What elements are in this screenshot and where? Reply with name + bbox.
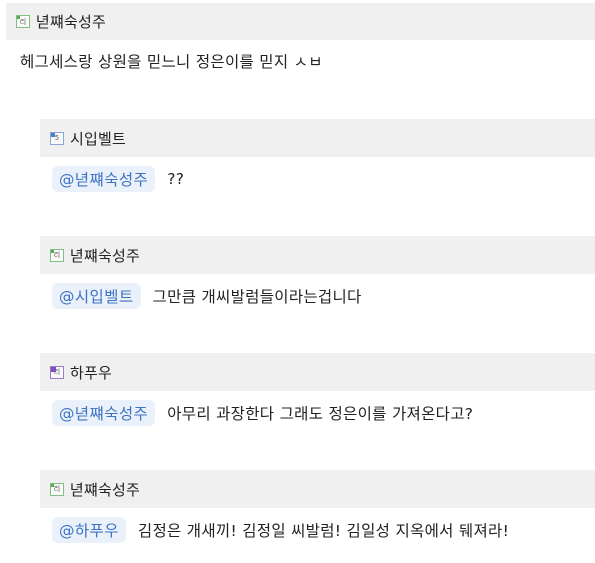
reply-body: @하푸우 김정은 개새끼! 김정일 씨발럼! 김일성 지옥에서 뒈져라! (52, 516, 595, 544)
reply-author[interactable]: 녇쨰숙성주 (70, 479, 140, 500)
mention-tag[interactable]: @녇쨰숙성주 (52, 400, 156, 426)
level-badge-icon: 리 (50, 248, 64, 262)
reply-author[interactable]: 하푸우 (70, 362, 112, 383)
level-badge-icon: 5 (50, 131, 64, 145)
reply-text: ?? (167, 170, 185, 188)
post-body: 헤그세스랑 상원을 믿느니 정은이를 믿지 ㅅㅂ (20, 53, 323, 71)
mention-tag[interactable]: @하푸우 (52, 517, 126, 543)
mention-tag[interactable]: @녇쨰숙성주 (52, 166, 156, 192)
reply-author[interactable]: 시입벨트 (70, 128, 126, 149)
reply-text: 그만큼 개씨발럼들이라는겁니다 (152, 288, 362, 306)
reply-body: @녇쨰숙성주 ?? (52, 165, 595, 193)
level-badge-icon: 리 (50, 365, 64, 379)
reply-item: 리 하푸우 @녇쨰숙성주 아무리 과장한다 그래도 정은이를 가져온다고? (40, 353, 595, 427)
level-badge-icon: 리 (50, 482, 64, 496)
post-header: 리 녇쨰숙성주 (6, 3, 595, 40)
reply-author[interactable]: 녇쨰숙성주 (70, 245, 140, 266)
mention-tag[interactable]: @시입벨트 (52, 283, 141, 309)
level-badge-icon: 리 (16, 15, 30, 28)
reply-item: 5 시입벨트 @녇쨰숙성주 ?? (40, 119, 595, 193)
post-author[interactable]: 녇쨰숙성주 (36, 11, 106, 32)
reply-header: 5 시입벨트 (40, 119, 595, 157)
reply-header: 리 녇쨰숙성주 (40, 236, 595, 274)
reply-body: @녇쨰숙성주 아무리 과장한다 그래도 정은이를 가져온다고? (52, 399, 595, 427)
reply-body: @시입벨트 그만큼 개씨발럼들이라는겁니다 (52, 282, 595, 310)
reply-text: 김정은 개새끼! 김정일 씨발럼! 김일성 지옥에서 뒈져라! (137, 522, 510, 540)
reply-text: 아무리 과장한다 그래도 정은이를 가져온다고? (167, 405, 474, 423)
reply-item: 리 녇쨰숙성주 @하푸우 김정은 개새끼! 김정일 씨발럼! 김일성 지옥에서 … (40, 470, 595, 544)
reply-header: 리 녇쨰숙성주 (40, 470, 595, 508)
reply-item: 리 녇쨰숙성주 @시입벨트 그만큼 개씨발럼들이라는겁니다 (40, 236, 595, 310)
reply-header: 리 하푸우 (40, 353, 595, 391)
